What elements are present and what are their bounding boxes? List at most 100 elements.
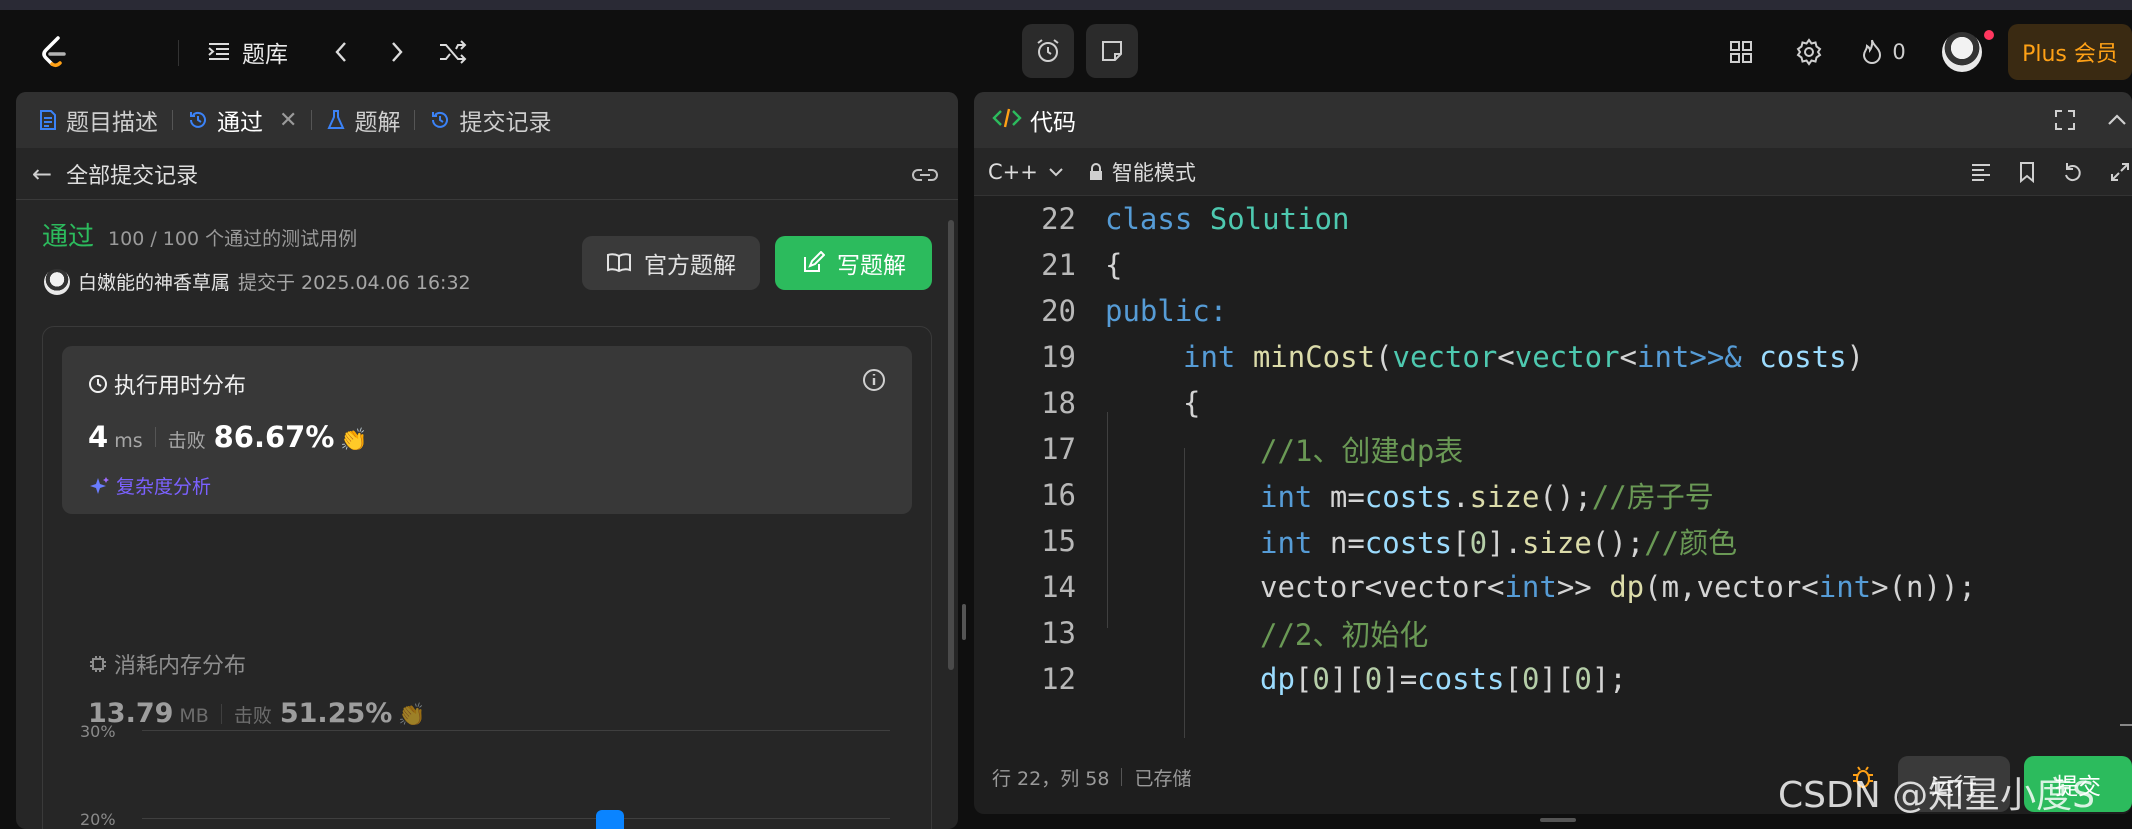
- code-line[interactable]: 15 int n=costs[0].size();//颜色: [974, 518, 2132, 564]
- tab-submissions[interactable]: 提交记录: [429, 92, 551, 148]
- line-number: 13: [1041, 616, 1076, 650]
- problem-list-button[interactable]: 题库: [206, 34, 288, 70]
- chart-gridline: [142, 730, 890, 731]
- shuffle-icon: [440, 40, 467, 64]
- info-icon[interactable]: [862, 368, 886, 396]
- clap-icon: 👏: [340, 428, 368, 453]
- code-line[interactable]: 14 vector<vector<int>> dp(m,vector<int>(…: [974, 564, 2132, 610]
- code-token: Solution: [1209, 202, 1350, 236]
- plus-membership-button[interactable]: Plus 会员: [2008, 24, 2132, 80]
- collapse-icon[interactable]: [2106, 109, 2128, 131]
- language-selector[interactable]: C++: [988, 160, 1064, 184]
- code-token: costs: [1417, 662, 1505, 696]
- history-icon: [187, 109, 209, 131]
- code-token: class: [1105, 202, 1210, 236]
- memory-metric[interactable]: 13.79 MB 击败 51.25% 👏: [88, 698, 426, 729]
- memory-beats: 51.25%: [279, 698, 393, 729]
- line-number: 14: [1041, 570, 1076, 604]
- official-solution-button[interactable]: 官方题解: [582, 236, 760, 290]
- metric-divider: [154, 427, 156, 447]
- user-avatar[interactable]: [1942, 32, 1982, 72]
- complexity-analysis-link[interactable]: 复杂度分析: [90, 472, 211, 499]
- book-icon: [606, 252, 632, 274]
- chip-icon: [88, 654, 108, 674]
- code-line[interactable]: 18 {: [974, 380, 2132, 426]
- line-number: 15: [1041, 524, 1076, 558]
- code-token: (: [1375, 340, 1393, 374]
- code-panel-title[interactable]: 代码: [1030, 103, 1076, 137]
- code-line[interactable]: 16 int m=costs.size();//房子号: [974, 472, 2132, 518]
- code-token: ]=: [1382, 662, 1418, 696]
- code-line[interactable]: 17 //1、创建dp表: [974, 426, 2132, 472]
- smart-mode-toggle[interactable]: 智能模式: [1088, 157, 1196, 187]
- tab-divider: [172, 110, 173, 130]
- chevron-left-icon: [335, 42, 346, 62]
- code-token: costs: [1364, 526, 1453, 560]
- code-editor[interactable]: 22 class Solution 21 { 20 public: 19 int…: [974, 196, 2132, 738]
- runtime-title-text: 执行用时分布: [114, 374, 247, 399]
- chart-your-submission-marker[interactable]: [596, 810, 624, 829]
- code-line[interactable]: 12 dp[0][0]=costs[0][0];: [974, 656, 2132, 702]
- editor-scrollbar[interactable]: [2120, 724, 2132, 726]
- runtime-value: 4: [88, 420, 109, 454]
- panel-resize-handle[interactable]: [962, 604, 966, 640]
- notes-button[interactable]: [1086, 24, 1138, 78]
- code-token: <: [1497, 340, 1515, 374]
- official-solution-label: 官方题解: [644, 253, 736, 279]
- code-token: vector: [1392, 340, 1498, 374]
- bottom-resize-handle[interactable]: [1540, 818, 1576, 822]
- tab-description[interactable]: 题目描述: [38, 92, 158, 148]
- prev-problem-button[interactable]: [326, 34, 356, 70]
- submission-subheader: ← 全部提交记录: [16, 148, 958, 200]
- author-name[interactable]: 白嫩能的神香草属: [78, 268, 230, 295]
- fullscreen-icon[interactable]: [2054, 109, 2076, 131]
- code-line[interactable]: 20 public:: [974, 288, 2132, 334]
- chevron-down-icon: [1048, 166, 1064, 178]
- code-line[interactable]: 21 {: [974, 242, 2132, 288]
- leetcode-logo-icon[interactable]: [34, 32, 74, 72]
- list-indent-icon: [208, 43, 229, 60]
- left-scrollbar[interactable]: [948, 220, 954, 670]
- settings-button[interactable]: [1794, 34, 1824, 70]
- runtime-beats: 86.67%: [213, 420, 335, 454]
- language-label: C++: [988, 159, 1038, 184]
- code-token: int: [1637, 340, 1690, 374]
- reset-icon[interactable]: [2062, 161, 2084, 183]
- chevron-right-icon: [392, 42, 403, 62]
- code-panel: 代码 C++ 智能模式 22 class Solution 21 {20 pu…: [974, 92, 2132, 814]
- code-line[interactable]: 22 class Solution: [974, 196, 2132, 242]
- tab-accepted[interactable]: 通过 ✕: [187, 92, 297, 148]
- code-token: 0: [1521, 662, 1540, 696]
- share-link-icon[interactable]: [910, 164, 940, 190]
- random-problem-button[interactable]: [436, 34, 470, 70]
- code-line[interactable]: 19 int minCost(vector<vector<int>>& cost…: [974, 334, 2132, 380]
- code-token: public:: [1105, 294, 1228, 328]
- code-token: n: [1329, 526, 1348, 560]
- code-line[interactable]: 13 //2、初始化: [974, 610, 2132, 656]
- write-solution-button[interactable]: 写题解: [775, 236, 932, 290]
- line-number: 21: [1041, 248, 1076, 282]
- code-token: <: [1619, 340, 1637, 374]
- code-token: (m,vector<: [1644, 570, 1819, 604]
- next-problem-button[interactable]: [382, 34, 412, 70]
- memory-title[interactable]: 消耗内存分布: [88, 648, 246, 680]
- close-tab-icon[interactable]: ✕: [279, 108, 297, 133]
- all-submissions-link[interactable]: 全部提交记录: [66, 158, 198, 190]
- code-token: ];: [1591, 662, 1627, 696]
- arrow-left-icon[interactable]: ←: [32, 160, 52, 188]
- bookmark-icon[interactable]: [2018, 161, 2036, 183]
- test-count: 100 / 100 个通过的测试用例: [108, 228, 358, 250]
- tab-accepted-label: 通过: [217, 110, 263, 136]
- layout-button[interactable]: [1726, 34, 1756, 70]
- code-token: 0: [1364, 662, 1383, 696]
- complexity-label: 复杂度分析: [116, 476, 212, 498]
- timer-button[interactable]: [1022, 24, 1074, 78]
- line-number: 18: [1041, 386, 1076, 420]
- expand-icon[interactable]: [2110, 162, 2130, 182]
- streak-button[interactable]: 0: [1858, 34, 1908, 70]
- runtime-card[interactable]: 执行用时分布 4 ms 击败 86.67% 👏 复杂度分析: [62, 346, 912, 514]
- tab-solutions[interactable]: 题解: [326, 92, 400, 148]
- format-icon[interactable]: [1970, 162, 1992, 182]
- alarm-clock-icon: [1037, 39, 1059, 62]
- avatar[interactable]: [44, 268, 70, 295]
